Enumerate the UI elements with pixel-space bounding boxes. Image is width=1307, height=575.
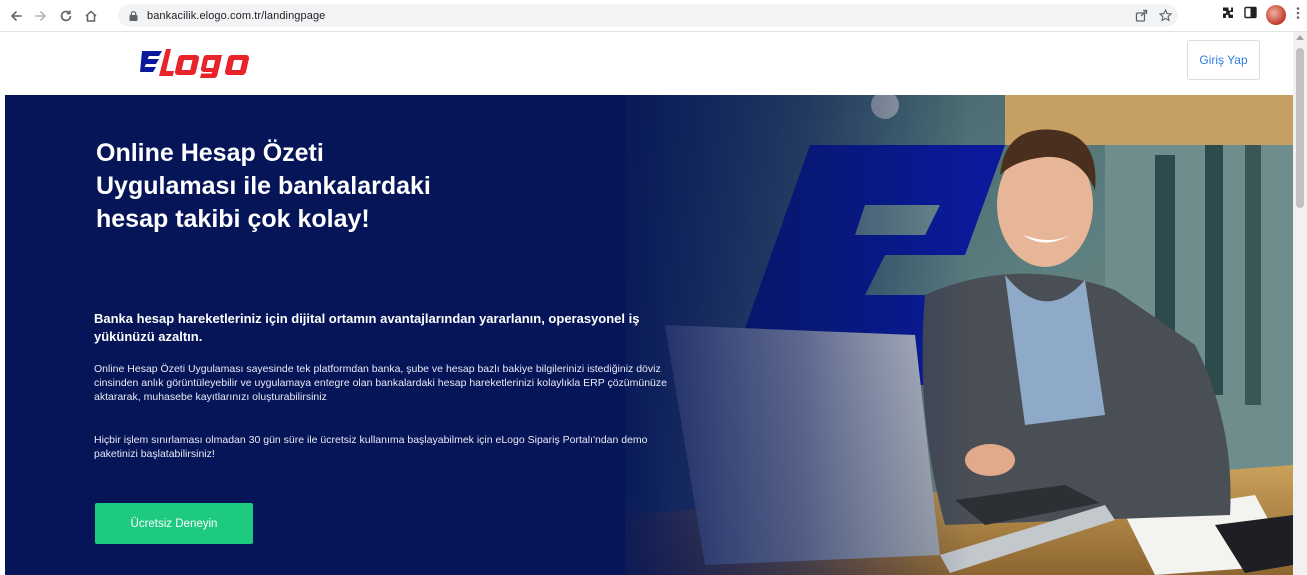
back-icon[interactable] [5,5,27,27]
menu-icon[interactable] [1295,6,1301,25]
star-icon[interactable] [1158,8,1173,27]
extensions-icon[interactable] [1221,6,1235,25]
hero-description: Online Hesap Özeti Uygulaması sayesinde … [94,363,667,403]
scroll-up-arrow[interactable] [1296,35,1304,40]
browser-toolbar: bankacilik.elogo.com.tr/landingpage [0,0,1307,32]
hero-content: Online Hesap Özeti Uygulaması ile bankal… [5,95,705,575]
scroll-thumb[interactable] [1296,48,1304,208]
share-icon[interactable] [1135,9,1148,27]
headline-line: hesap takibi çok kolay! [96,205,370,233]
profile-avatar[interactable] [1266,5,1286,25]
headline-line: Online Hesap Özeti [96,139,324,167]
home-icon[interactable] [80,5,102,27]
hero-lead-text: Banka hesap hareketleriniz için dijital … [94,311,640,344]
sidepanel-icon[interactable] [1244,6,1257,24]
page-scrollbar[interactable] [1293,32,1307,575]
url-text: bankacilik.elogo.com.tr/landingpage [147,9,326,22]
site-header: elogo Giriş Yap [0,32,1293,95]
reload-icon[interactable] [55,5,77,27]
hero-section: Online Hesap Özeti Uygulaması ile bankal… [5,95,1293,575]
headline-line: Uygulaması ile bankalardaki [96,172,431,200]
login-button[interactable]: Giriş Yap [1187,40,1260,80]
forward-icon[interactable] [30,5,52,27]
hero-headline: Online Hesap Özeti Uygulaması ile bankal… [96,137,516,236]
hero-trial-text: Hiçbir işlem sınırlaması olmadan 30 gün … [94,434,648,460]
elogo-logo[interactable]: elogo [140,45,255,79]
free-trial-button[interactable]: Ücretsiz Deneyin [95,503,253,544]
address-bar[interactable]: bankacilik.elogo.com.tr/landingpage [118,4,1178,27]
lock-icon [129,10,138,21]
